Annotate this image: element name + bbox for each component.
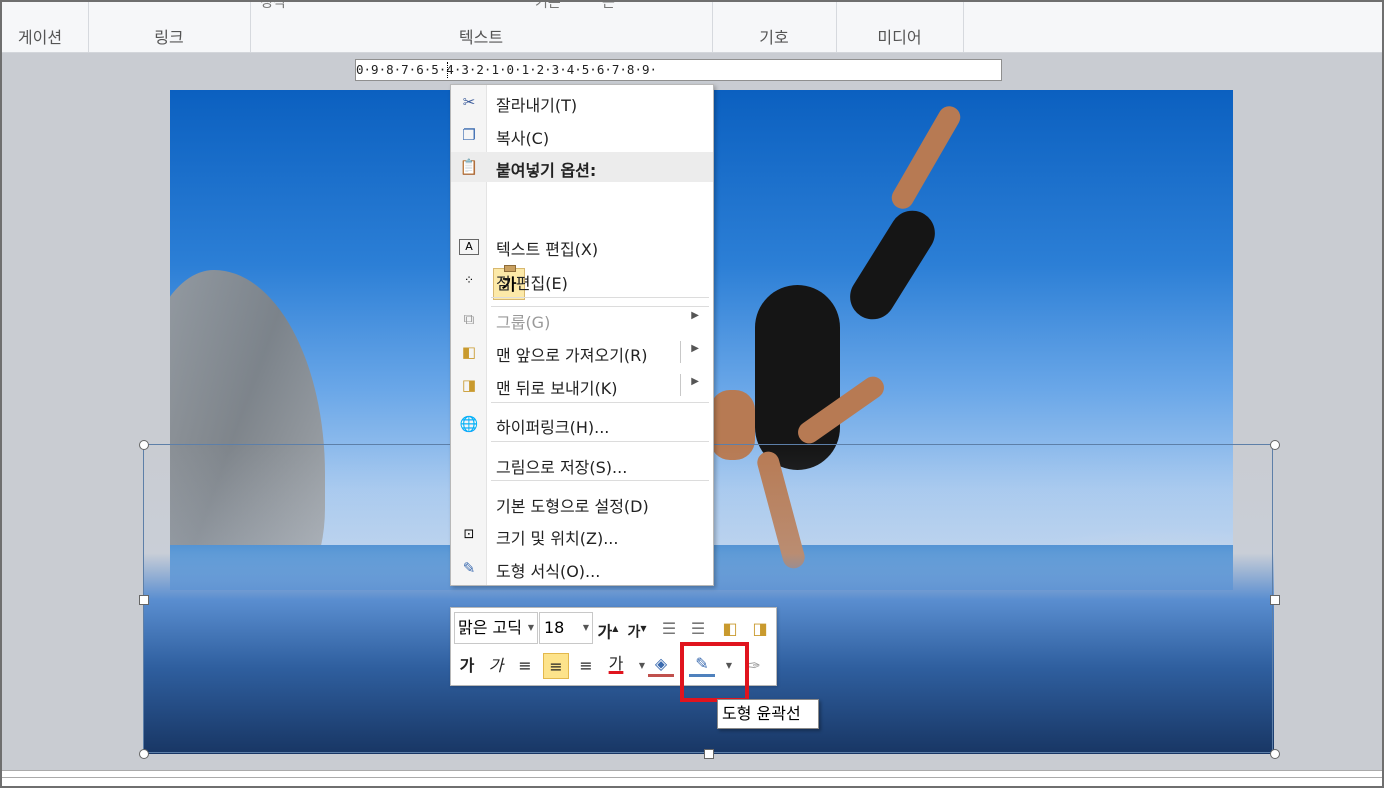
menu-item-format-shape[interactable]: ✎ 도형 서식(O)... bbox=[451, 553, 713, 583]
send-back-icon: ◨ bbox=[461, 376, 477, 394]
resize-handle-left[interactable] bbox=[139, 595, 149, 605]
ribbon-group-navigation: 게이션 bbox=[2, 2, 89, 52]
person-torso bbox=[755, 285, 840, 470]
menu-item-edit-points[interactable]: ⁘ 점 편집(E) bbox=[451, 265, 713, 295]
italic-button[interactable]: 가 bbox=[483, 653, 509, 679]
slide-bottom-edge bbox=[2, 770, 1382, 786]
ribbon-group-symbols: 기호 bbox=[712, 2, 837, 52]
ribbon-group-media: 미디어 bbox=[836, 2, 964, 52]
submenu-arrow-icon: ▶ bbox=[691, 310, 699, 321]
resize-handle-bottom-left[interactable] bbox=[139, 749, 149, 759]
submenu-arrow-icon[interactable]: ▶ bbox=[691, 376, 699, 387]
menu-item-send-to-back[interactable]: ◨ 맨 뒤로 보내기(K) ▶ bbox=[451, 370, 713, 400]
group-icon: ⧉ bbox=[463, 310, 475, 328]
ribbon-group-links: 링크 bbox=[88, 2, 251, 52]
horizontal-ruler[interactable]: 0·9·8·7·6·5·4·3·2·1·0·1·2·3·4·5·6·7·8·9· bbox=[355, 59, 1002, 81]
resize-handle-top-left[interactable] bbox=[139, 440, 149, 450]
grow-font-button[interactable]: 가▲ bbox=[595, 616, 621, 642]
resize-handle-top-right[interactable] bbox=[1270, 440, 1280, 450]
resize-handle-right[interactable] bbox=[1270, 595, 1280, 605]
submenu-arrow-icon[interactable]: ▶ bbox=[691, 343, 699, 354]
menu-separator bbox=[491, 441, 709, 442]
font-size-combobox[interactable]: 18 ▼ bbox=[539, 612, 593, 644]
ruler-scale: 0·9·8·7·6·5·4·3·2·1·0·1·2·3·4·5·6·7·8·9· bbox=[356, 62, 658, 77]
split-divider bbox=[680, 341, 681, 363]
align-center-icon[interactable]: ≡ bbox=[543, 653, 569, 679]
menu-item-edit-text[interactable]: A 텍스트 편집(X) bbox=[451, 231, 713, 261]
menu-separator bbox=[491, 297, 709, 298]
person-leg bbox=[841, 202, 944, 328]
globe-link-icon: 🌐 bbox=[459, 415, 479, 433]
increase-indent-icon[interactable]: ☰ bbox=[685, 616, 711, 642]
menu-separator bbox=[491, 480, 709, 481]
font-color-button[interactable]: 가 bbox=[603, 651, 629, 677]
menu-separator bbox=[491, 402, 709, 403]
bold-button[interactable]: 가 bbox=[454, 653, 480, 679]
menu-header-paste-options: 📋 붙여넣기 옵션: bbox=[451, 152, 713, 182]
align-left-icon[interactable]: ≡ bbox=[512, 653, 538, 679]
align-right-icon[interactable]: ≡ bbox=[573, 653, 599, 679]
split-divider bbox=[680, 374, 681, 396]
highlight-box bbox=[680, 642, 749, 702]
bring-front-icon[interactable]: ◧ bbox=[717, 616, 743, 642]
shrink-font-button[interactable]: 가▼ bbox=[624, 616, 650, 642]
ribbon: 정식 기본 는 게이션 링크 텍스트 기호 미디어 bbox=[2, 2, 1382, 53]
font-name-combobox[interactable]: 맑은 고딕 ▼ bbox=[454, 612, 538, 644]
menu-item-set-default-shape[interactable]: 기본 도형으로 설정(D) bbox=[451, 488, 713, 518]
scissors-icon: ✂ bbox=[462, 93, 476, 111]
resize-handle-bottom[interactable] bbox=[704, 749, 714, 759]
menu-item-cut[interactable]: ✂ 잘라내기(T) bbox=[451, 87, 713, 117]
edit-points-icon: ⁘ bbox=[463, 273, 475, 287]
chevron-down-icon[interactable]: ▼ bbox=[528, 613, 534, 643]
send-back-icon[interactable]: ◨ bbox=[747, 616, 773, 642]
copy-icon: ❐ bbox=[462, 126, 476, 144]
context-menu: ✂ 잘라내기(T) ❐ 복사(C) 📋 붙여넣기 옵션: 가 A 텍스트 편집(… bbox=[450, 84, 714, 586]
tooltip: 도형 윤곽선 bbox=[717, 699, 819, 729]
menu-item-hyperlink[interactable]: 🌐 하이퍼링크(H)... bbox=[451, 409, 713, 439]
menu-item-group: ⧉ 그룹(G) ▶ bbox=[451, 304, 713, 334]
resize-handle-bottom-right[interactable] bbox=[1270, 749, 1280, 759]
ruler-indent-marker[interactable] bbox=[447, 62, 448, 78]
person-calf bbox=[887, 102, 965, 213]
size-position-icon: ⊡ bbox=[463, 527, 475, 542]
shape-fill-icon[interactable]: ◈ bbox=[648, 651, 674, 677]
app-window: 정식 기본 는 게이션 링크 텍스트 기호 미디어 0·9·8·7·6·5·4·… bbox=[0, 0, 1384, 788]
clipboard-icon: 📋 bbox=[459, 158, 479, 176]
menu-item-bring-to-front[interactable]: ◧ 맨 앞으로 가져오기(R) ▶ bbox=[451, 337, 713, 367]
chevron-down-icon[interactable]: ▼ bbox=[583, 613, 589, 643]
menu-item-save-as-picture[interactable]: 그림으로 저장(S)... bbox=[451, 449, 713, 479]
format-shape-icon: ✎ bbox=[462, 559, 476, 577]
menu-item-copy[interactable]: ❐ 복사(C) bbox=[451, 120, 713, 150]
bring-front-icon: ◧ bbox=[461, 343, 477, 361]
decrease-indent-icon[interactable]: ☰ bbox=[656, 616, 682, 642]
text-box-icon: A bbox=[459, 239, 479, 255]
ribbon-group-text: 텍스트 bbox=[250, 2, 713, 52]
menu-item-size-position[interactable]: ⊡ 크기 및 위치(Z)... bbox=[451, 520, 713, 550]
